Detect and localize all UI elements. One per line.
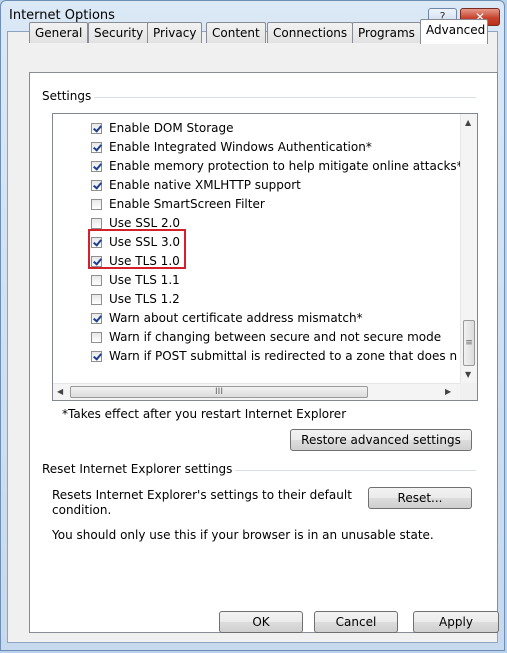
checkbox[interactable] — [91, 199, 102, 210]
scroll-down-arrow-icon[interactable]: ▼ — [465, 370, 471, 379]
reset-warning-note: You should only use this if your browser… — [52, 528, 434, 542]
scroll-left-arrow-icon[interactable]: ◀ — [57, 387, 63, 396]
settings-option-label: Enable Integrated Windows Authentication… — [109, 140, 372, 154]
settings-option[interactable]: Enable memory protection to help mitigat… — [91, 158, 463, 175]
checkbox[interactable] — [91, 313, 102, 324]
checkbox[interactable] — [91, 275, 102, 286]
settings-option-label: Enable SmartScreen Filter — [109, 197, 265, 211]
settings-option-label: Warn about certificate address mismatch* — [109, 311, 363, 325]
vertical-scroll-thumb[interactable]: ≡ — [463, 320, 475, 366]
checkbox[interactable] — [91, 294, 102, 305]
checkbox[interactable] — [91, 218, 102, 229]
settings-option[interactable]: Warn if POST submittal is redirected to … — [91, 348, 457, 365]
restart-footnote: *Takes effect after you restart Internet… — [62, 407, 347, 421]
settings-option[interactable]: Use TLS 1.1 — [91, 272, 180, 289]
vertical-scrollbar[interactable]: ▲ ≡ ▼ — [460, 114, 477, 384]
ok-button[interactable]: OK — [219, 611, 303, 633]
settings-group-divider — [40, 97, 476, 98]
checkbox[interactable] — [91, 123, 102, 134]
horizontal-scroll-thumb[interactable]: III — [70, 386, 368, 398]
tab-privacy[interactable]: Privacy — [147, 22, 203, 43]
reset-description-cont: condition. — [52, 503, 112, 517]
tab-connections[interactable]: Connections — [267, 22, 354, 43]
settings-option[interactable]: Warn if changing between secure and not … — [91, 329, 441, 346]
tab-programs[interactable]: Programs — [352, 22, 421, 43]
settings-option-label: Use TLS 1.2 — [109, 292, 180, 306]
apply-button[interactable]: Apply — [413, 611, 499, 633]
settings-option-label: Enable native XMLHTTP support — [109, 178, 301, 192]
reset-button[interactable]: Reset... — [368, 487, 472, 509]
window-title: Internet Options — [9, 8, 115, 23]
settings-option-label: Enable memory protection to help mitigat… — [109, 159, 463, 173]
ssl-tls-highlight-box — [88, 229, 186, 269]
checkbox[interactable] — [91, 142, 102, 153]
settings-option-label: Use SSL 2.0 — [109, 216, 181, 230]
horizontal-scrollbar[interactable]: ◀ III ▶ — [53, 383, 461, 400]
tab-general[interactable]: General — [29, 22, 89, 43]
checkbox[interactable] — [91, 351, 102, 362]
settings-option-label: Use TLS 1.1 — [109, 273, 180, 287]
settings-option[interactable]: Use TLS 1.2 — [91, 291, 180, 308]
checkbox[interactable] — [91, 161, 102, 172]
settings-option[interactable]: Enable native XMLHTTP support — [91, 177, 301, 194]
cancel-button[interactable]: Cancel — [314, 611, 398, 633]
settings-option[interactable]: Enable DOM Storage — [91, 120, 234, 137]
checkbox[interactable] — [91, 332, 102, 343]
settings-group-label: Settings — [39, 89, 95, 103]
settings-option[interactable]: Enable SmartScreen Filter — [91, 196, 265, 213]
tab-security[interactable]: Security — [88, 22, 150, 43]
settings-option[interactable]: Enable Integrated Windows Authentication… — [91, 139, 372, 156]
reset-description: Resets Internet Explorer's settings to t… — [52, 488, 352, 502]
reset-group-label: Reset Internet Explorer settings — [39, 462, 236, 476]
scroll-up-arrow-icon[interactable]: ▲ — [465, 118, 471, 127]
scroll-corner — [460, 383, 477, 400]
tab-content[interactable]: Content — [206, 22, 266, 43]
restore-advanced-settings-button[interactable]: Restore advanced settings — [290, 429, 472, 451]
settings-option-label: Enable DOM Storage — [109, 121, 234, 135]
settings-option-label: Warn if changing between secure and not … — [109, 330, 442, 344]
scroll-right-arrow-icon[interactable]: ▶ — [445, 387, 451, 396]
checkbox[interactable] — [91, 180, 102, 191]
tab-advanced[interactable]: Advanced — [420, 19, 488, 44]
settings-option-label: Warn if POST submittal is redirected to … — [109, 349, 458, 363]
settings-option[interactable]: Warn about certificate address mismatch* — [91, 310, 363, 327]
